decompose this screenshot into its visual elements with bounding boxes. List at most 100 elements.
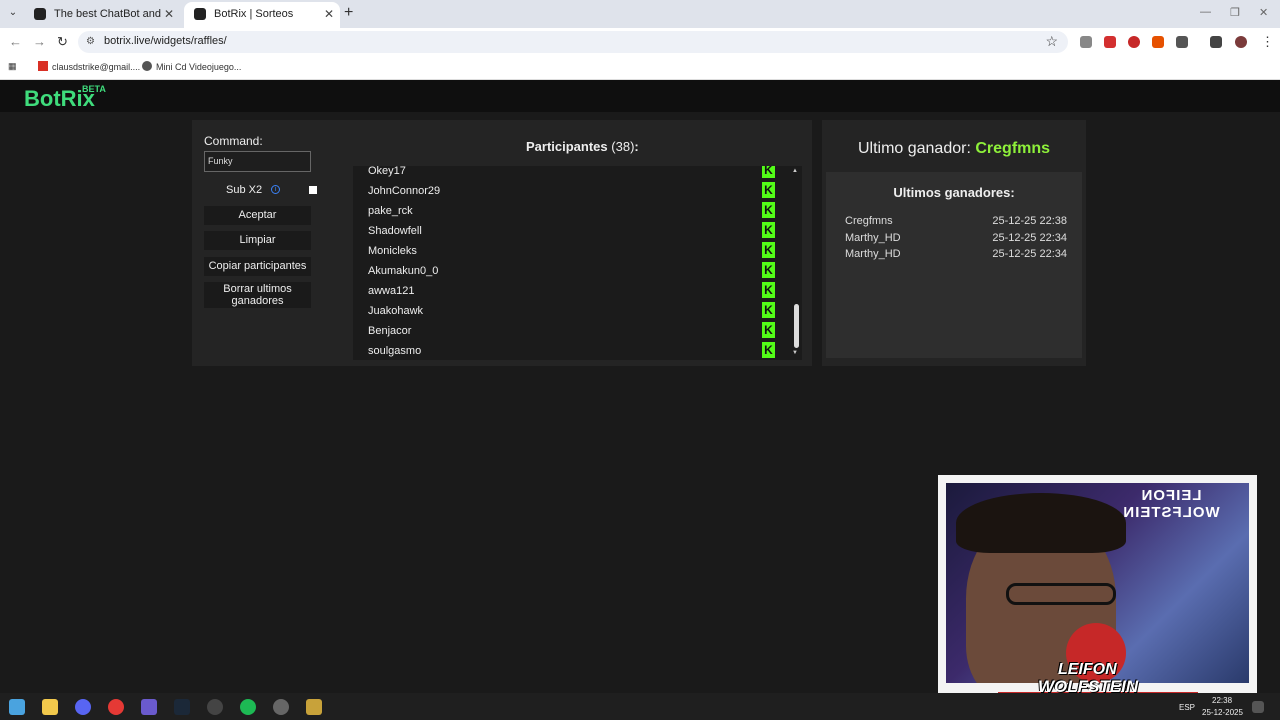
steelseries-icon[interactable]: [273, 699, 289, 715]
participants-scrollbar[interactable]: ▲ ▼: [792, 166, 802, 360]
info-icon[interactable]: i: [271, 185, 280, 194]
winner-name: Marthy_HD: [845, 232, 901, 244]
kick-platform-icon: K: [762, 242, 775, 258]
kick-platform-icon: K: [762, 342, 775, 358]
participant-name: Juakohawk: [368, 305, 424, 317]
extensions-puzzle-icon[interactable]: [1176, 36, 1188, 48]
site-info-icon[interactable]: ⚙: [86, 36, 95, 47]
bookmark-star-icon[interactable]: ☆: [1045, 33, 1058, 50]
webcam-mirrored-logo: LEIFON WOLFSTEIN: [1122, 487, 1220, 521]
participant-row: Okey17 K: [353, 166, 785, 184]
metamask-icon[interactable]: [1152, 36, 1164, 48]
tab-search-dropdown-icon[interactable]: ⌄: [4, 4, 22, 22]
participant-name: soulgasmo: [368, 345, 422, 357]
borrar-label-line1: Borrar ultimos: [223, 283, 292, 295]
kick-platform-icon: K: [762, 322, 775, 338]
participant-row: Monicleks K: [353, 242, 785, 264]
tab-favicon-icon: [194, 8, 206, 20]
steam-icon[interactable]: [174, 699, 190, 715]
bookmark-gmail[interactable]: clausdstrike@gmail....: [38, 61, 140, 72]
bookmarks-bar: ▦ clausdstrike@gmail.... Mini Cd Videoju…: [0, 56, 1280, 80]
kick-platform-icon: K: [762, 182, 775, 198]
app-icon[interactable]: [141, 699, 157, 715]
raffle-panel: Command: Funky Sub X2 i Aceptar Limpiar …: [192, 120, 812, 366]
sub-x2-label: Sub X2: [226, 184, 263, 196]
participant-row: Akumakun0_0 K: [353, 262, 785, 284]
tab-close-icon[interactable]: ✕: [164, 2, 174, 26]
language-indicator[interactable]: ESP: [1179, 703, 1195, 712]
command-label: Command:: [204, 134, 263, 148]
adblock-icon[interactable]: [1104, 36, 1116, 48]
extension-icon[interactable]: [1080, 36, 1092, 48]
discord-icon[interactable]: [75, 699, 91, 715]
close-window-icon[interactable]: ✕: [1259, 6, 1268, 19]
participants-list[interactable]: Okey17 K JohnConnor29 Kpake_rck K Shadowfell K…: [353, 166, 802, 360]
participant-name: Monicleks: [368, 245, 417, 257]
scroll-up-arrow-icon[interactable]: ▲: [792, 168, 798, 174]
winner-row: Cregfmns 25-12-25 22:38: [845, 215, 1067, 229]
tab-close-icon[interactable]: ✕: [324, 2, 334, 26]
participants-title-text: Participantes: [526, 139, 608, 154]
winner-date: 25-12-25 22:38: [992, 215, 1067, 227]
league-icon[interactable]: [306, 699, 322, 715]
webcam-overlay: LEIFON WOLFSTEIN LEIFON WOLFSTEIN: [938, 475, 1257, 696]
site-header: BotRix BETA: [0, 80, 1280, 112]
restore-icon[interactable]: ❐: [1230, 6, 1240, 19]
kick-platform-icon: K: [762, 166, 775, 178]
participant-row: soulgasmo K: [353, 342, 785, 360]
tab-chatbot[interactable]: The best ChatBot and Widgets ✕: [24, 2, 180, 44]
clock-time[interactable]: 22:38: [1212, 696, 1232, 705]
kick-platform-icon: K: [762, 202, 775, 218]
participant-row: pake_rck K: [353, 202, 785, 224]
back-arrow-icon[interactable]: ←: [9, 34, 22, 49]
winner-name: Marthy_HD: [845, 248, 901, 260]
notifications-icon[interactable]: [1252, 701, 1264, 713]
beta-badge: BETA: [82, 84, 106, 94]
bookmark-minicd[interactable]: Mini Cd Videojuego...: [142, 61, 241, 72]
menu-kebab-icon[interactable]: ⋮: [1261, 34, 1274, 50]
borrar-ultimos-ganadores-button[interactable]: Borrar ultimos ganadores: [204, 282, 311, 308]
limpiar-button[interactable]: Limpiar: [204, 231, 311, 250]
last-winner-name: Cregfmns: [975, 140, 1051, 157]
forward-arrow-icon[interactable]: →: [33, 34, 46, 49]
scroll-down-arrow-icon[interactable]: ▼: [792, 350, 798, 356]
windows-start-icon[interactable]: [9, 699, 25, 715]
tab-title: BotRix | Sorteos: [214, 8, 294, 20]
reload-icon[interactable]: ↻: [57, 34, 68, 50]
copiar-participantes-button[interactable]: Copiar participantes: [204, 257, 311, 276]
browser-tab-bar: ⌄ The best ChatBot and Widgets ✕ BotRix …: [0, 0, 1280, 44]
opera-icon[interactable]: [1128, 36, 1140, 48]
winners-list-box: Ultimos ganadores: Cregfmns 25-12-25 22:…: [826, 172, 1082, 358]
participants-title: Participantes (38):: [526, 139, 639, 154]
participant-row: awwa121 K: [353, 282, 785, 304]
address-bar-row: ← → ↻ ⚙ botrix.live/widgets/raffles/ ☆ ⋮: [0, 28, 1280, 56]
aceptar-button[interactable]: Aceptar: [204, 206, 311, 225]
tab-botrix-sorteos[interactable]: BotRix | Sorteos ✕: [184, 2, 340, 28]
file-explorer-icon[interactable]: [42, 699, 58, 715]
apps-grid-icon[interactable]: ▦: [8, 61, 17, 72]
sub-x2-checkbox[interactable]: [309, 186, 317, 194]
obs-icon[interactable]: [207, 699, 223, 715]
participant-name: Shadowfell: [368, 225, 422, 237]
spotify-icon[interactable]: [240, 699, 256, 715]
media-icon[interactable]: [1210, 36, 1222, 48]
streamer-hair: [956, 493, 1126, 553]
winner-name: Cregfmns: [845, 215, 893, 227]
bookmark-label: Mini Cd Videojuego...: [156, 62, 242, 72]
winner-row: Marthy_HD 25-12-25 22:34: [845, 248, 1067, 262]
url-field[interactable]: ⚙ botrix.live/widgets/raffles/ ☆: [78, 31, 1068, 53]
scroll-thumb[interactable]: [794, 304, 799, 348]
minimize-icon[interactable]: —: [1200, 6, 1211, 18]
participant-name: awwa121: [368, 285, 415, 297]
kick-platform-icon: K: [762, 262, 775, 278]
chrome-icon[interactable]: [108, 699, 124, 715]
webcam-video: LEIFON WOLFSTEIN: [946, 483, 1249, 683]
command-input[interactable]: Funky: [204, 151, 311, 172]
kick-platform-icon: K: [762, 302, 775, 318]
new-tab-plus-icon[interactable]: +: [344, 4, 353, 22]
participant-row: Benjacor K: [353, 322, 785, 344]
participant-name: Okey17: [368, 166, 406, 177]
profile-avatar[interactable]: [1235, 36, 1247, 48]
tab-favicon-icon: [34, 8, 46, 20]
clock-date[interactable]: 25-12-2025: [1202, 708, 1243, 717]
